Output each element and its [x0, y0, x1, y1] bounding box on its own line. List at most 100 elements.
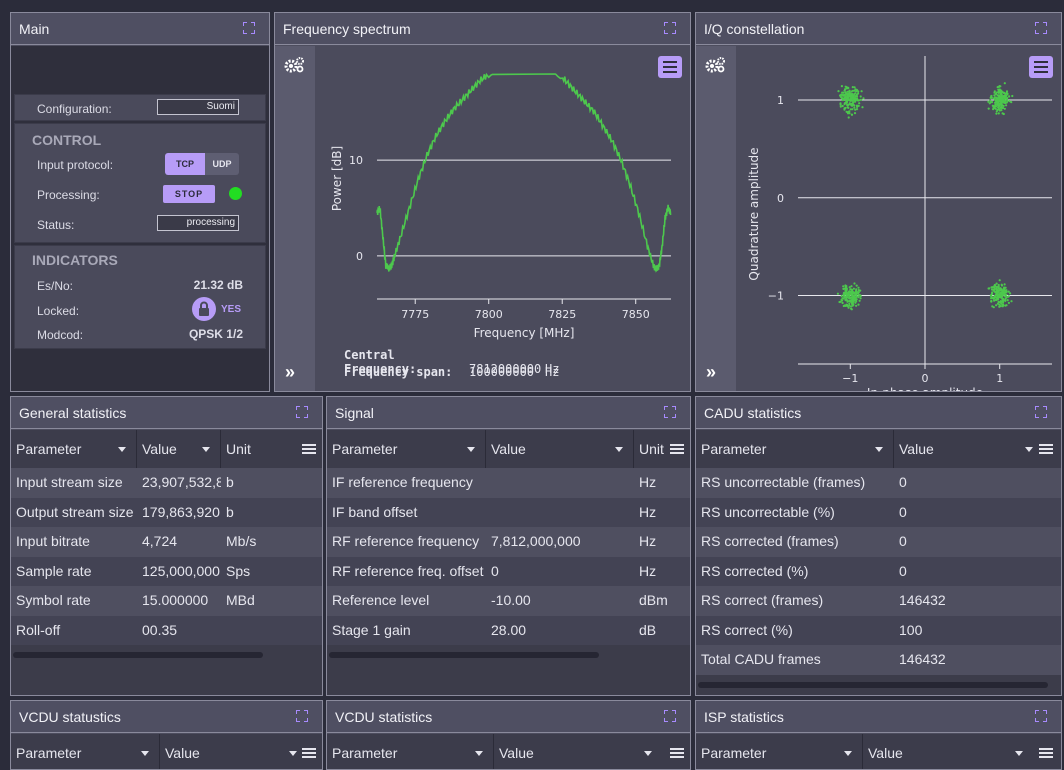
constellation-point [855, 90, 858, 93]
sort-caret-icon[interactable] [1015, 751, 1023, 756]
table-row[interactable]: RS correct (frames) 146432 [696, 586, 1061, 616]
expand-icon[interactable] [1035, 406, 1047, 418]
column-menu-icon[interactable] [1039, 444, 1053, 454]
column-header-value[interactable]: Value [486, 430, 634, 468]
table-row[interactable]: RS corrected (frames) 0 [696, 527, 1061, 557]
table-row[interactable]: Roll-off 00.35 [11, 615, 322, 645]
table-row[interactable]: Symbol rate 15.000000 MBd [11, 586, 322, 616]
protocol-tcp-button[interactable]: TCP [165, 153, 205, 175]
column-header-parameter[interactable]: Parameter [327, 734, 494, 769]
expand-icon[interactable] [664, 22, 676, 34]
column-menu-icon[interactable] [670, 748, 684, 758]
stop-button[interactable]: STOP [163, 185, 215, 203]
y-axis-label: Power [dB] [330, 146, 344, 211]
sort-caret-icon[interactable] [875, 447, 883, 452]
column-header-parameter[interactable]: Parameter [11, 734, 160, 769]
column-header-value[interactable]: Value [137, 430, 221, 468]
column-header-parameter[interactable]: Parameter [11, 430, 137, 468]
sort-caret-icon[interactable] [467, 447, 475, 452]
column-header-value[interactable]: Value [160, 734, 322, 769]
table-row[interactable]: RS uncorrectable (%) 0 [696, 497, 1061, 527]
table-row[interactable]: RF reference frequency 7,812,000,000 Hz [327, 527, 690, 557]
constellation-point [853, 106, 856, 109]
cadu-statistics-header: CADU statistics [696, 397, 1061, 429]
column-header-parameter[interactable]: Parameter [327, 430, 486, 468]
expand-sidebar-icon[interactable]: » [285, 362, 295, 383]
sort-caret-icon[interactable] [1025, 447, 1033, 452]
column-header-label: Value [142, 441, 177, 457]
frequency-span-unit: Hz [545, 365, 560, 379]
sort-caret-icon[interactable] [141, 751, 149, 756]
table-row[interactable]: IF reference frequency Hz [327, 468, 690, 498]
sort-caret-icon[interactable] [844, 751, 852, 756]
table-row[interactable]: RS corrected (%) 0 [696, 556, 1061, 586]
table-row[interactable]: Output stream size 179,863,920 b [11, 497, 322, 527]
column-menu-icon[interactable] [670, 444, 684, 454]
table-row[interactable]: RS correct (%) 100 [696, 615, 1061, 645]
table-row[interactable]: Reference level -10.00 dBm [327, 586, 690, 616]
column-header-value[interactable]: Value [894, 430, 1061, 468]
table-row[interactable]: Input bitrate 4,724 Mb/s [11, 527, 322, 557]
expand-icon[interactable] [1035, 22, 1047, 34]
protocol-udp-button[interactable]: UDP [205, 153, 239, 175]
table-cell: Symbol rate [16, 592, 91, 608]
constellation-point [845, 303, 849, 306]
table-cell: 00.35 [142, 621, 178, 638]
settings-gears-icon[interactable] [704, 56, 726, 74]
column-header-unit[interactable]: Unit [221, 430, 322, 468]
sort-caret-icon[interactable] [475, 751, 483, 756]
constellation-point [993, 284, 996, 287]
horizontal-scrollbar[interactable] [329, 652, 599, 658]
column-menu-icon[interactable] [1039, 748, 1053, 758]
table-row[interactable]: RF reference freq. offset 0 Hz [327, 556, 690, 586]
configuration-select[interactable]: Suomi [157, 99, 239, 115]
expand-icon[interactable] [296, 710, 308, 722]
column-header-value[interactable]: Value [863, 734, 1061, 769]
column-header-value[interactable]: Value [494, 734, 690, 769]
expand-icon[interactable] [1035, 710, 1047, 722]
configuration-section: Configuration: Suomi [14, 94, 266, 121]
constellation-point [998, 289, 1001, 292]
sort-caret-icon[interactable] [615, 447, 623, 452]
expand-icon[interactable] [243, 22, 255, 34]
table-row[interactable]: Total CADU frames 146432 [696, 645, 1061, 675]
column-header-unit[interactable]: Unit [634, 430, 690, 468]
constellation-point [1001, 100, 1004, 103]
constellation-point [995, 304, 998, 307]
constellation-point [846, 300, 849, 303]
constellation-point [847, 116, 850, 119]
column-menu-icon[interactable] [302, 444, 316, 454]
table-row[interactable]: IF band offset Hz [327, 497, 690, 527]
table-row[interactable]: Input stream size 23,907,532,8 b [11, 468, 322, 498]
sort-caret-icon[interactable] [202, 447, 210, 452]
constellation-point [848, 290, 851, 293]
sort-caret-icon[interactable] [289, 751, 297, 756]
expand-icon[interactable] [664, 710, 676, 722]
column-header-parameter[interactable]: Parameter [696, 430, 894, 468]
table-row[interactable]: RS uncorrectable (frames) 0 [696, 468, 1061, 498]
column-header-label: Value [165, 745, 200, 761]
constellation-point [846, 104, 849, 107]
frequency-spectrum-header: Frequency spectrum [275, 13, 690, 45]
horizontal-scrollbar[interactable] [13, 652, 263, 658]
table-row[interactable]: Stage 1 gain 28.00 dB [327, 615, 690, 645]
horizontal-scrollbar[interactable] [698, 682, 1048, 688]
spectrum-series-line [376, 72, 672, 273]
expand-icon[interactable] [664, 406, 676, 418]
table-cell: RS corrected (frames) [701, 533, 839, 549]
table-row[interactable]: Sample rate 125,000,000 Sps [11, 556, 322, 586]
column-menu-icon[interactable] [302, 748, 316, 758]
table-cell: RF reference freq. offset [332, 562, 484, 579]
constellation-point [991, 291, 994, 294]
settings-gears-icon[interactable] [283, 56, 305, 74]
constellation-point [1007, 290, 1010, 293]
column-header-parameter[interactable]: Parameter [696, 734, 863, 769]
expand-icon[interactable] [296, 406, 308, 418]
sort-caret-icon[interactable] [118, 447, 126, 452]
main-panel-title: Main [19, 20, 50, 37]
input-protocol-label: Input protocol: [37, 158, 114, 172]
expand-sidebar-icon[interactable]: » [706, 362, 716, 383]
table-cell: Output stream size [16, 503, 134, 520]
sort-caret-icon[interactable] [644, 751, 652, 756]
x-axis-label: Frequency [MHz] [474, 326, 575, 340]
